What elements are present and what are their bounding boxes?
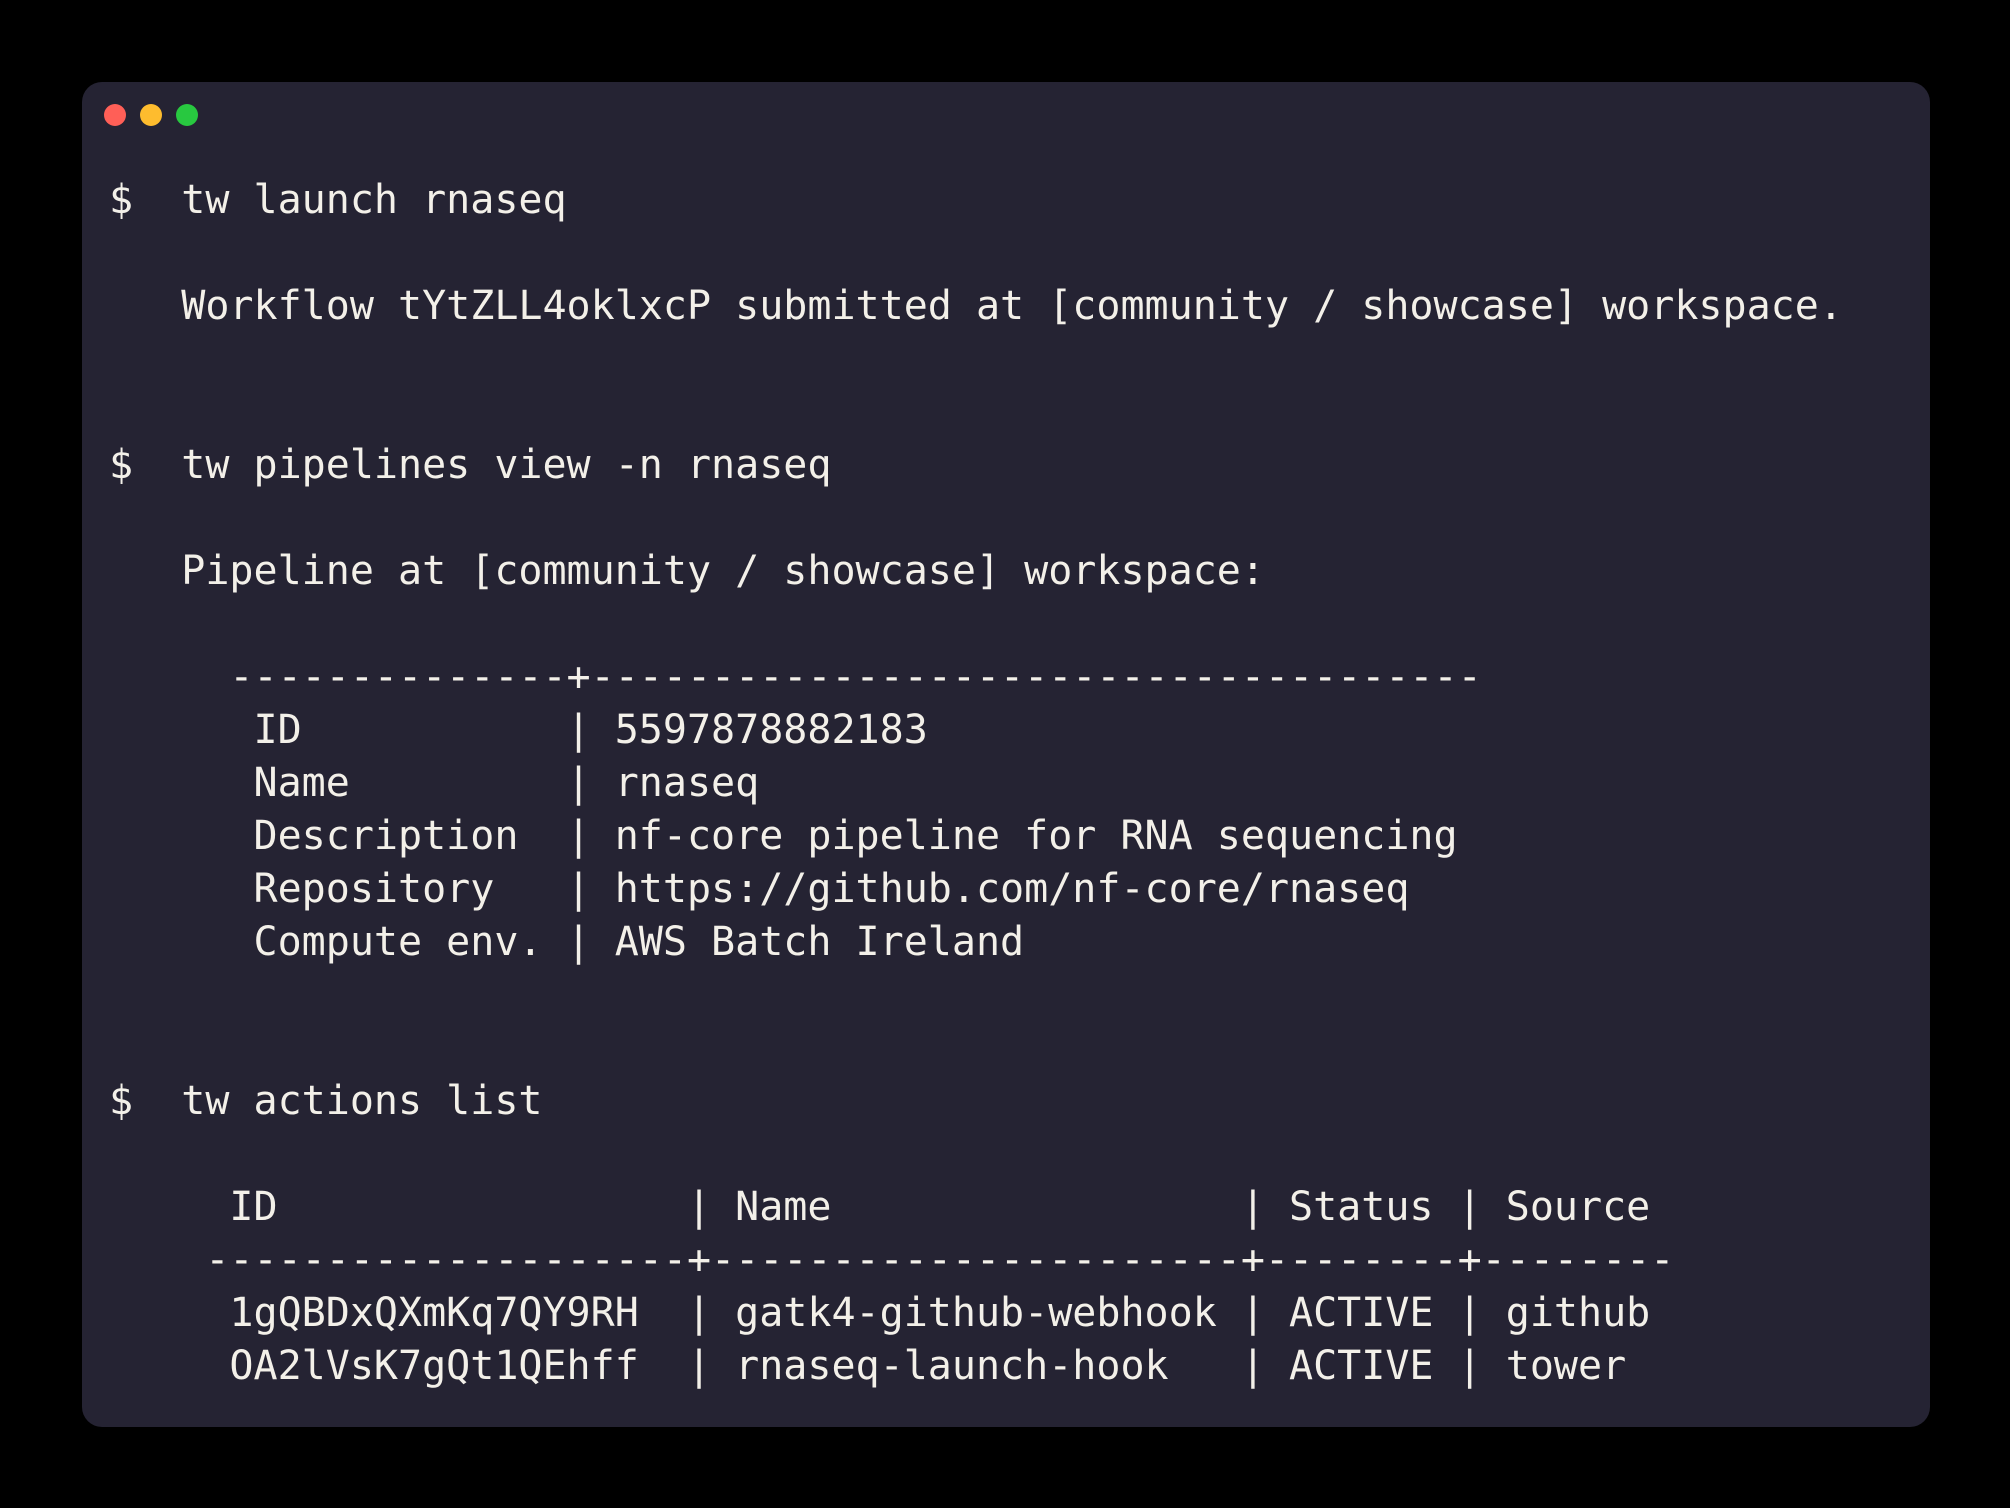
actions-table-row-1: 1gQBDxQXmKq7QY9RH | gatk4-github-webhook… <box>109 1287 1930 1340</box>
blank-line <box>109 1128 1930 1181</box>
pipeline-table-row-compute-env: Compute env. | AWS Batch Ireland <box>109 916 1930 969</box>
blank-line <box>109 598 1930 651</box>
command-pipelines-view: $ tw pipelines view -n rnaseq <box>109 439 1930 492</box>
blank-line <box>109 969 1930 1022</box>
terminal-window: $ tw launch rnaseq Workflow tYtZLL4oklxc… <box>82 82 1930 1427</box>
pipeline-table-row-description: Description | nf-core pipeline for RNA s… <box>109 810 1930 863</box>
output-workflow-submitted: Workflow tYtZLL4oklxcP submitted at [com… <box>109 280 1930 333</box>
minimize-button[interactable] <box>140 104 162 126</box>
blank-line <box>109 227 1930 280</box>
close-button[interactable] <box>104 104 126 126</box>
pipeline-table-separator: --------------+-------------------------… <box>109 651 1930 704</box>
pipeline-table-row-id: ID | 5597878882183 <box>109 704 1930 757</box>
blank-line <box>109 333 1930 386</box>
blank-line <box>109 1022 1930 1075</box>
blank-line <box>109 386 1930 439</box>
pipeline-table-row-name: Name | rnaseq <box>109 757 1930 810</box>
pipeline-table-row-repository: Repository | https://github.com/nf-core/… <box>109 863 1930 916</box>
maximize-button[interactable] <box>176 104 198 126</box>
actions-table-row-2: OA2lVsK7gQt1QEhff | rnaseq-launch-hook |… <box>109 1340 1930 1393</box>
terminal-content: $ tw launch rnaseq Workflow tYtZLL4oklxc… <box>82 174 1930 1393</box>
desktop: { "theme": { "bg": "#000000", "win": "#2… <box>0 0 2010 1508</box>
command-actions-list: $ tw actions list <box>109 1075 1930 1128</box>
output-pipeline-at-workspace: Pipeline at [community / showcase] works… <box>109 545 1930 598</box>
command-launch: $ tw launch rnaseq <box>109 174 1930 227</box>
titlebar <box>82 82 1930 126</box>
actions-table-separator: --------------------+-------------------… <box>109 1234 1930 1287</box>
blank-line <box>109 492 1930 545</box>
actions-table-header: ID | Name | Status | Source <box>109 1181 1930 1234</box>
